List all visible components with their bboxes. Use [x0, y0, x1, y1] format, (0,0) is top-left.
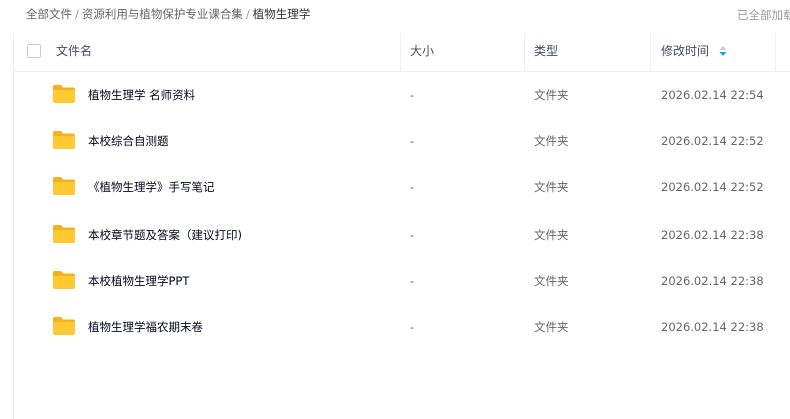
file-table-header: 文件名 大小 类型 修改时间 [14, 33, 790, 72]
file-name[interactable]: 本校植物生理学PPT [88, 258, 189, 304]
folder-icon [53, 85, 75, 103]
file-modified: 2026.02.14 22:38 [661, 228, 764, 242]
column-header-type[interactable]: 类型 [534, 33, 558, 71]
file-size: - [410, 228, 415, 242]
file-modified: 2026.02.14 22:38 [661, 320, 764, 334]
file-size: - [410, 88, 415, 102]
file-row[interactable]: 《植物生理学》手写笔记 - 文件夹 2026.02.14 22:52 [14, 164, 790, 210]
file-row[interactable]: 本校综合自测题 - 文件夹 2026.02.14 22:52 [14, 118, 790, 164]
file-row[interactable]: 本校植物生理学PPT - 文件夹 2026.02.14 22:38 [14, 258, 790, 304]
folder-icon [53, 225, 75, 243]
folder-icon [53, 131, 75, 149]
select-all-checkbox[interactable] [27, 44, 41, 58]
breadcrumb: 全部文件 / 资源利用与植物保护专业课合集 / 植物生理学 [26, 6, 310, 22]
file-size: - [410, 134, 415, 148]
file-name[interactable]: 本校章节题及答案（建议打印) [88, 212, 242, 258]
column-header-modified-label: 修改时间 [661, 44, 710, 58]
column-header-modified[interactable]: 修改时间 [661, 33, 727, 71]
loaded-status-text: 已全部加载 [737, 8, 790, 22]
column-divider [775, 33, 776, 71]
file-modified: 2026.02.14 22:38 [661, 274, 764, 288]
file-name[interactable]: 本校综合自测题 [88, 118, 169, 164]
file-type: 文件夹 [534, 180, 569, 194]
column-divider [524, 33, 525, 71]
file-type: 文件夹 [534, 274, 569, 288]
file-size: - [410, 320, 415, 334]
breadcrumb-current-folder: 植物生理学 [252, 7, 311, 21]
file-type: 文件夹 [534, 88, 569, 102]
folder-icon [53, 177, 75, 195]
file-name[interactable]: 植物生理学 名师资料 [88, 72, 195, 118]
file-row[interactable]: 植物生理学 名师资料 - 文件夹 2026.02.14 22:54 [14, 72, 790, 118]
file-type: 文件夹 [534, 134, 569, 148]
folder-icon [53, 317, 75, 335]
file-modified: 2026.02.14 22:52 [661, 134, 764, 148]
column-header-size[interactable]: 大小 [410, 33, 434, 71]
file-size: - [410, 180, 415, 194]
breadcrumb-all-files[interactable]: 全部文件 [26, 7, 72, 21]
file-name[interactable]: 《植物生理学》手写笔记 [88, 164, 215, 210]
breadcrumb-separator: / [245, 7, 250, 21]
file-name[interactable]: 植物生理学福农期末卷 [88, 304, 203, 350]
file-type: 文件夹 [534, 228, 569, 242]
file-row[interactable]: 植物生理学福农期末卷 - 文件夹 2026.02.14 22:38 [14, 304, 790, 350]
file-modified: 2026.02.14 22:54 [661, 88, 764, 102]
column-divider [400, 33, 401, 71]
column-header-name[interactable]: 文件名 [56, 33, 92, 71]
breadcrumb-course-collection[interactable]: 资源利用与植物保护专业课合集 [82, 7, 243, 21]
sort-icon[interactable] [719, 45, 727, 57]
file-row[interactable]: 本校章节题及答案（建议打印) - 文件夹 2026.02.14 22:38 [14, 212, 790, 258]
file-size: - [410, 274, 415, 288]
folder-icon [53, 271, 75, 289]
column-divider [650, 33, 651, 71]
file-modified: 2026.02.14 22:52 [661, 180, 764, 194]
file-type: 文件夹 [534, 320, 569, 334]
breadcrumb-separator: / [75, 7, 79, 21]
